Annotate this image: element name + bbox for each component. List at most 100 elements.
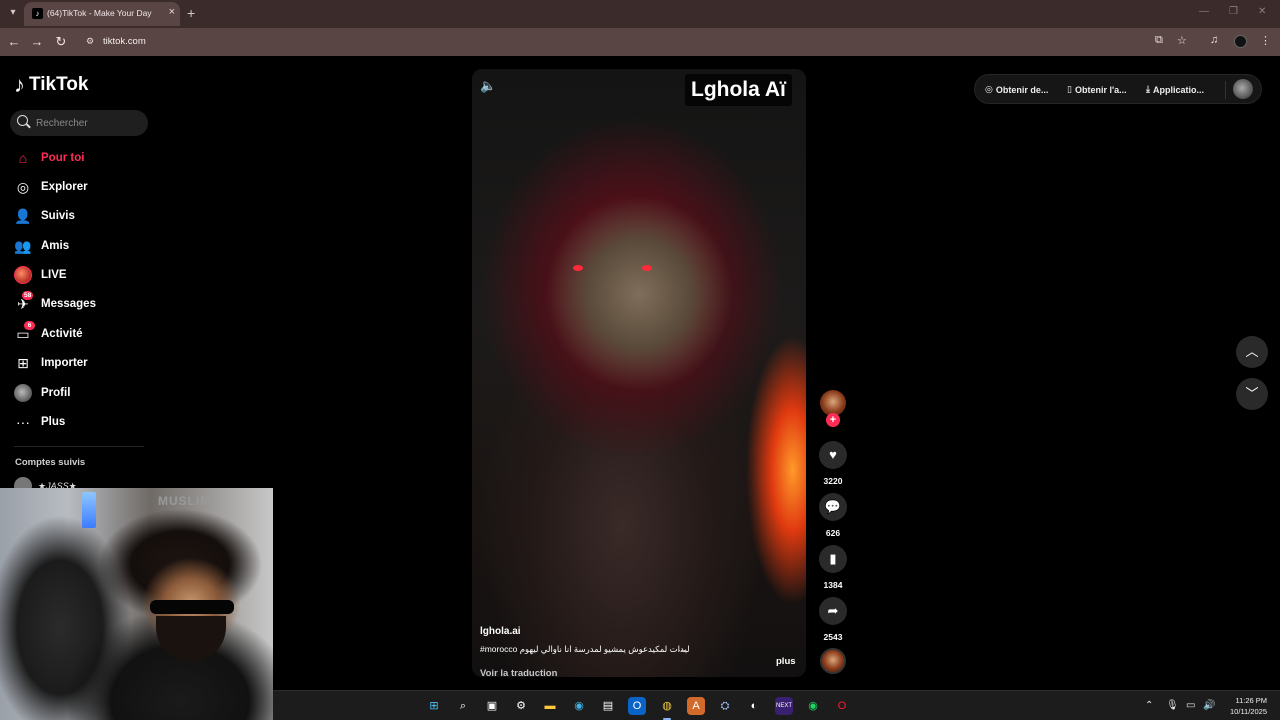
next-video-button[interactable]: ﹀ [1236,378,1268,410]
top-actions-divider [1225,81,1226,99]
browser-menu-icon[interactable]: ⋮ [1260,34,1271,47]
minimize-button[interactable]: — [1199,6,1209,17]
messages-badge: 58 [22,291,34,300]
url-text: tiktok.com [103,36,146,47]
sidebar-item-label: LIVE [41,269,67,281]
settings-gear-icon[interactable]: ⚙ [512,697,530,715]
more-icon: ··· [16,414,30,430]
home-icon: ⌂ [18,150,28,166]
video-frame-detail [642,265,652,271]
get-app-label: Obtenir l'a... [1074,84,1127,95]
sidebar-item-messages[interactable]: ✈ 58 Messages [14,291,96,314]
taskbar-clock[interactable]: 11:26 PM 10/11/2025 [1217,695,1267,717]
microphone-icon[interactable]: 🎙 [1166,700,1179,711]
comment-button[interactable]: 💬 [819,493,847,521]
sidebar-item-upload[interactable]: ⊞ Importer [14,353,88,373]
sidebar-item-label: Amis [41,240,70,252]
site-info-icon[interactable]: ⚙ [86,36,94,47]
coin-icon: ◎ [985,84,993,94]
video-author[interactable]: lghola.ai [480,626,521,637]
app-launcher-icon[interactable]: A [687,697,705,715]
sidebar-item-label: Importer [41,357,88,369]
music-disc-icon[interactable] [820,648,846,674]
like-count: 3220 [823,476,843,486]
volume-icon[interactable]: 🔈 [480,78,496,94]
video-player[interactable]: 🔈 Lghola Aï lghola.ai #morocco لواليدات … [472,69,806,677]
reload-button[interactable]: ↻ [53,34,69,50]
sidebar-item-label: Explorer [41,181,88,193]
sidebar-item-more[interactable]: ··· Plus [14,412,65,432]
browser-tab-tiktok[interactable]: ♪ (64)TikTok - Make Your Day × [24,2,180,26]
caption-more-button[interactable]: plus [776,656,796,667]
windows-taskbar: ⊞ ⌕ ▣ ⚙ ▬ ◉ ▤ O ◍ A ⛭ ◐ NEXT ◉ O ⌃ 🎙 ▭ 🔊… [273,690,1280,720]
webcam-background-sign: MUSLIM [158,494,212,508]
spotify-icon[interactable]: ◉ [804,697,822,715]
edge-icon[interactable]: ◉ [570,697,588,715]
user-avatar[interactable] [1233,79,1253,99]
new-tab-button[interactable]: + [187,5,195,21]
following-icon: 👤 [14,208,32,224]
task-view-icon[interactable]: ▣ [483,697,501,715]
tray-overflow-icon[interactable]: ⌃ [1145,700,1153,711]
sidebar-item-for-you[interactable]: ⌂ Pour toi [14,148,85,168]
maximize-button[interactable]: ❐ [1229,6,1238,17]
get-coins-label: Obtenir de... [995,84,1049,95]
speaker-icon[interactable]: 🔊 [1203,700,1215,711]
install-app-icon[interactable]: ⧉ [1155,34,1163,47]
save-button[interactable]: ▮ [819,545,847,573]
sidebar-divider [14,446,144,447]
sidebar-item-profile[interactable]: Profil [14,383,70,403]
search-input[interactable] [36,115,141,131]
download-icon: ⤓ [1146,84,1150,94]
sidebar-item-following[interactable]: 👤 Suivis [14,206,75,226]
sidebar-item-activity[interactable]: ▭ 6 Activité [14,321,83,344]
file-explorer-icon[interactable]: ▬ [541,697,559,715]
heart-icon: ♥ [829,447,837,462]
share-button[interactable]: ➦ [819,597,847,625]
followed-accounts-title: Comptes suivis [15,457,86,468]
search-box[interactable] [10,110,148,136]
steam-icon[interactable]: ⛭ [716,697,734,715]
tiktok-logo[interactable]: ♪ TikTok [14,74,88,96]
previous-video-button[interactable]: ︿ [1236,336,1268,368]
bookmark-star-icon[interactable]: ☆ [1177,34,1187,47]
tab-search-button[interactable]: ▾ [5,5,21,21]
search-icon [17,115,28,126]
sidebar-item-live[interactable]: LIVE [14,265,67,285]
chrome-icon[interactable]: ◍ [658,697,676,720]
share-count: 2543 [823,632,843,642]
sidebar-item-label: Profil [41,387,71,399]
sidebar-item-friends[interactable]: 👥 Amis [14,236,69,256]
forward-button[interactable]: → [29,34,45,49]
desktop-app-button[interactable]: ⤓ Applicatio... [1146,84,1204,95]
comment-count: 626 [825,528,841,538]
search-icon[interactable]: ⌕ [454,697,472,715]
see-translation-link[interactable]: Voir la traduction [480,668,557,677]
comment-icon: 💬 [824,499,842,514]
close-window-button[interactable]: ✕ [1258,6,1266,17]
address-bar[interactable]: ⚙ tiktok.com [78,31,1198,53]
windows-start-icon[interactable]: ⊞ [425,697,443,715]
browser-profile-avatar[interactable] [1234,35,1247,48]
follow-plus-icon[interactable]: + [826,413,840,427]
get-coins-button[interactable]: ◎ Obtenir de... [985,84,1048,95]
microsoft-store-icon[interactable]: ▤ [599,697,617,715]
back-button[interactable]: ← [6,34,22,49]
sidebar-item-explore[interactable]: ◎ Explorer [14,177,88,197]
display-icon[interactable]: ▭ [1186,700,1195,711]
media-controls-icon[interactable]: ♫ [1210,34,1218,46]
outlook-icon[interactable]: O [628,697,646,715]
obs-icon[interactable]: ◐ [745,697,763,715]
live-icon [14,266,32,284]
tab-close-icon[interactable]: × [169,6,175,18]
phone-icon: ▯ [1067,84,1072,94]
video-frame-detail [573,265,583,271]
share-icon: ➦ [827,603,839,618]
next-app-icon[interactable]: NEXT [775,697,793,715]
sidebar-item-label: Suivis [41,210,75,222]
webcam-sunglasses [150,600,234,614]
opera-icon[interactable]: O [833,697,851,715]
like-button[interactable]: ♥ [819,441,847,469]
bookmark-icon: ▮ [829,551,837,566]
get-app-button[interactable]: ▯ Obtenir l'a... [1067,84,1127,95]
